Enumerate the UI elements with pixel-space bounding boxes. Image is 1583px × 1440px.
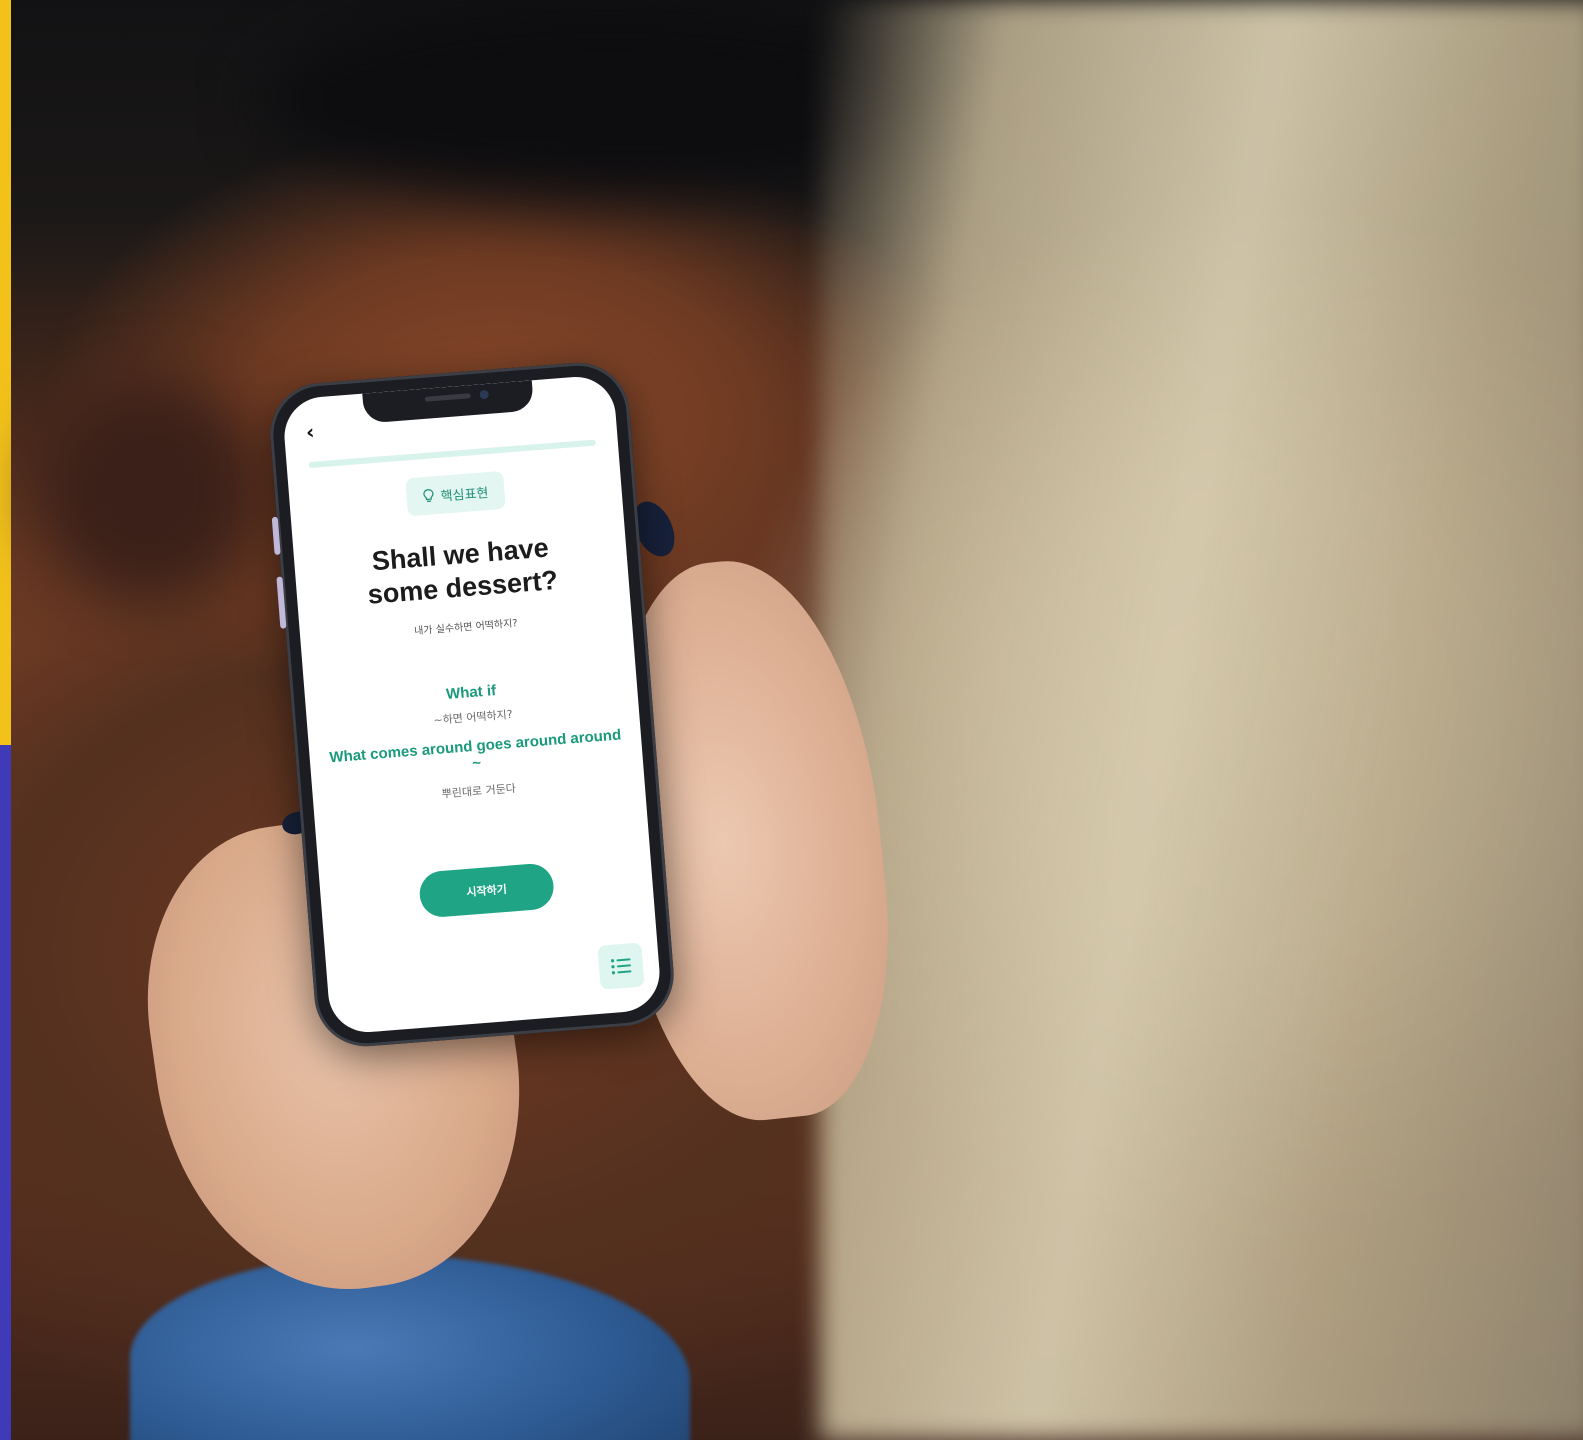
lightbulb-icon	[423, 489, 434, 503]
list-button[interactable]	[597, 942, 645, 990]
denim-sleeve	[130, 1255, 690, 1440]
chip-label: 핵심표현	[440, 485, 489, 505]
app-screen: ‹ 핵심표현 Shall we have some dessert? 내가 실수…	[281, 373, 663, 1036]
blonde-hair-foreground	[820, 0, 1583, 1440]
list-icon	[610, 958, 632, 975]
front-camera	[479, 389, 490, 400]
chevron-left-icon: ‹	[305, 419, 316, 445]
smartphone: ‹ 핵심표현 Shall we have some dessert? 내가 실수…	[266, 358, 678, 1051]
progress-bar	[308, 439, 597, 469]
start-button[interactable]: 시작하기	[418, 862, 556, 919]
page-title: Shall we have some dessert?	[366, 532, 559, 610]
photo-background: ‹ 핵심표현 Shall we have some dessert? 내가 실수…	[0, 0, 1583, 1440]
key-expression-chip: 핵심표현	[405, 470, 506, 517]
speaker	[424, 393, 471, 402]
background-blur-shape	[40, 380, 260, 600]
left-accent-bar-yellow	[0, 0, 11, 745]
back-button[interactable]: ‹	[305, 420, 315, 445]
left-accent-bar-blue	[0, 745, 11, 1440]
